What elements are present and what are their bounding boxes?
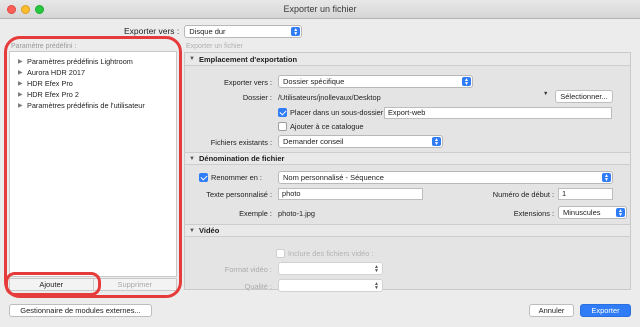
export-button[interactable]: Exporter xyxy=(580,304,631,317)
include-video-checkbox[interactable]: Inclure des fichiers vidéo : xyxy=(276,249,373,258)
existing-files-label: Fichiers existants : xyxy=(210,138,272,147)
plugin-manager-button[interactable]: Gestionnaire de modules externes... xyxy=(9,304,152,317)
chevron-updown-icon: ▲ ▼ xyxy=(372,281,381,291)
presets-title: Paramètre prédéfini : xyxy=(11,43,77,50)
video-format-label: Format vidéo : xyxy=(224,265,272,274)
disclosure-triangle-icon[interactable]: ▶ xyxy=(18,91,27,98)
add-to-catalog-label: Ajouter à ce catalogue xyxy=(290,122,364,131)
export-to-value: Disque dur xyxy=(189,26,226,36)
section-export-location-header[interactable]: ▼ Emplacement d'exportation xyxy=(185,53,630,66)
video-format-select[interactable]: ▲ ▼ xyxy=(278,262,383,275)
custom-text-input[interactable]: photo xyxy=(278,188,423,200)
settings-panel: ▼ Emplacement d'exportation Exporter ver… xyxy=(184,52,631,292)
disclosure-down-icon: ▼ xyxy=(189,56,195,62)
subfolder-label: Placer dans un sous-dossier : xyxy=(290,108,388,117)
existing-files-select[interactable]: Demander conseil ▲ ▼ xyxy=(278,135,443,148)
title-bar: Exporter un fichier xyxy=(0,0,640,19)
preset-group-hdr-efex[interactable]: ▶ HDR Efex Pro xyxy=(10,78,176,89)
disclosure-down-icon: ▼ xyxy=(189,155,195,162)
presets-buttons: Ajouter Supprimer xyxy=(9,278,177,291)
chevron-updown-icon: ▲ ▼ xyxy=(462,77,471,87)
folder-label: Dossier : xyxy=(242,93,272,102)
section-video-header[interactable]: ▼ Vidéo xyxy=(185,224,630,237)
extensions-select[interactable]: Minuscules ▲ ▼ xyxy=(558,206,627,219)
export-to-label: Exporter vers : xyxy=(124,26,180,36)
preset-group-label: Aurora HDR 2017 xyxy=(27,68,85,77)
checkbox-checked-icon[interactable] xyxy=(199,173,208,182)
preset-group-user[interactable]: ▶ Paramètres prédéfinis de l'utilisateur xyxy=(10,100,176,111)
custom-text-label: Texte personnalisé : xyxy=(206,190,272,199)
subfolder-input[interactable]: Export-web xyxy=(384,107,612,119)
checkbox-checked-icon[interactable] xyxy=(278,108,287,117)
preset-group-lightroom[interactable]: ▶ Paramètres prédéfinis Lightroom xyxy=(10,56,176,67)
export-to-select[interactable]: Disque dur ▲ ▼ xyxy=(184,24,303,38)
rename-template-select[interactable]: Nom personnalisé - Séquence ▲ ▼ xyxy=(278,171,613,184)
video-quality-label: Qualité : xyxy=(244,282,272,291)
export-to-row: Exporter vers : Disque dur ▲ ▼ xyxy=(124,24,303,38)
extensions-value: Minuscules xyxy=(563,208,601,217)
existing-files-value: Demander conseil xyxy=(283,137,344,146)
example-value: photo-1.jpg xyxy=(278,209,315,218)
disclosure-down-icon: ▼ xyxy=(189,227,195,234)
chevron-updown-icon: ▲ ▼ xyxy=(616,208,625,218)
example-label: Exemple : xyxy=(239,209,272,218)
preset-group-label: HDR Efex Pro 2 xyxy=(27,90,79,99)
location-export-to-label: Exporter vers : xyxy=(223,78,272,87)
chevron-updown-icon: ▲ ▼ xyxy=(291,26,301,36)
dropdown-triangle-icon[interactable]: ▼ xyxy=(543,91,548,97)
video-quality-select[interactable]: ▲ ▼ xyxy=(278,279,383,292)
checkbox-icon[interactable] xyxy=(278,122,287,131)
section-title: Dénomination de fichier xyxy=(199,154,285,163)
preset-group-hdr-efex-2[interactable]: ▶ HDR Efex Pro 2 xyxy=(10,89,176,100)
rename-template-value: Nom personnalisé - Séquence xyxy=(283,173,384,182)
preset-group-label: Paramètres prédéfinis de l'utilisateur xyxy=(27,101,145,110)
chevron-updown-icon: ▲ ▼ xyxy=(372,264,381,274)
include-video-label: Inclure des fichiers vidéo : xyxy=(288,249,374,258)
section-title: Emplacement d'exportation xyxy=(199,54,298,64)
location-export-to-select[interactable]: Dossier spécifique ▲ ▼ xyxy=(278,75,473,88)
start-number-input[interactable]: 1 xyxy=(558,188,613,200)
preset-group-label: Paramètres prédéfinis Lightroom xyxy=(27,57,133,66)
preset-group-aurora[interactable]: ▶ Aurora HDR 2017 xyxy=(10,67,176,78)
add-to-catalog-checkbox[interactable]: Ajouter à ce catalogue xyxy=(278,122,364,131)
disclosure-triangle-icon[interactable]: ▶ xyxy=(18,58,27,65)
checkbox-icon[interactable] xyxy=(276,249,285,258)
disclosure-triangle-icon[interactable]: ▶ xyxy=(18,102,27,109)
choose-folder-button[interactable]: Sélectionner... xyxy=(555,90,613,103)
location-export-to-value: Dossier spécifique xyxy=(283,77,345,86)
chevron-updown-icon: ▲ ▼ xyxy=(432,137,441,147)
rename-label: Renommer en : xyxy=(211,173,262,182)
section-title: Vidéo xyxy=(199,226,220,235)
cancel-button[interactable]: Annuler xyxy=(529,304,574,317)
remove-preset-button[interactable]: Supprimer xyxy=(94,279,177,290)
chevron-updown-icon: ▲ ▼ xyxy=(602,173,611,183)
disclosure-triangle-icon[interactable]: ▶ xyxy=(18,80,27,87)
settings-title: Exporter un fichier xyxy=(186,43,243,50)
extensions-label: Extensions : xyxy=(513,209,554,218)
window-title: Exporter un fichier xyxy=(283,4,357,14)
rename-checkbox[interactable]: Renommer en : xyxy=(199,173,262,182)
add-preset-button[interactable]: Ajouter xyxy=(10,279,94,290)
start-number-label: Numéro de début : xyxy=(492,190,554,199)
preset-group-label: HDR Efex Pro xyxy=(27,79,73,88)
presets-list: ▶ Paramètres prédéfinis Lightroom ▶ Aurora… xyxy=(9,51,177,277)
folder-path: /Utilisateurs/jnollevaux/Desktop xyxy=(278,93,381,102)
disclosure-triangle-icon[interactable]: ▶ xyxy=(18,69,27,76)
subfolder-checkbox[interactable]: Placer dans un sous-dossier : xyxy=(278,108,387,117)
section-file-naming-header[interactable]: ▼ Dénomination de fichier xyxy=(185,152,630,165)
